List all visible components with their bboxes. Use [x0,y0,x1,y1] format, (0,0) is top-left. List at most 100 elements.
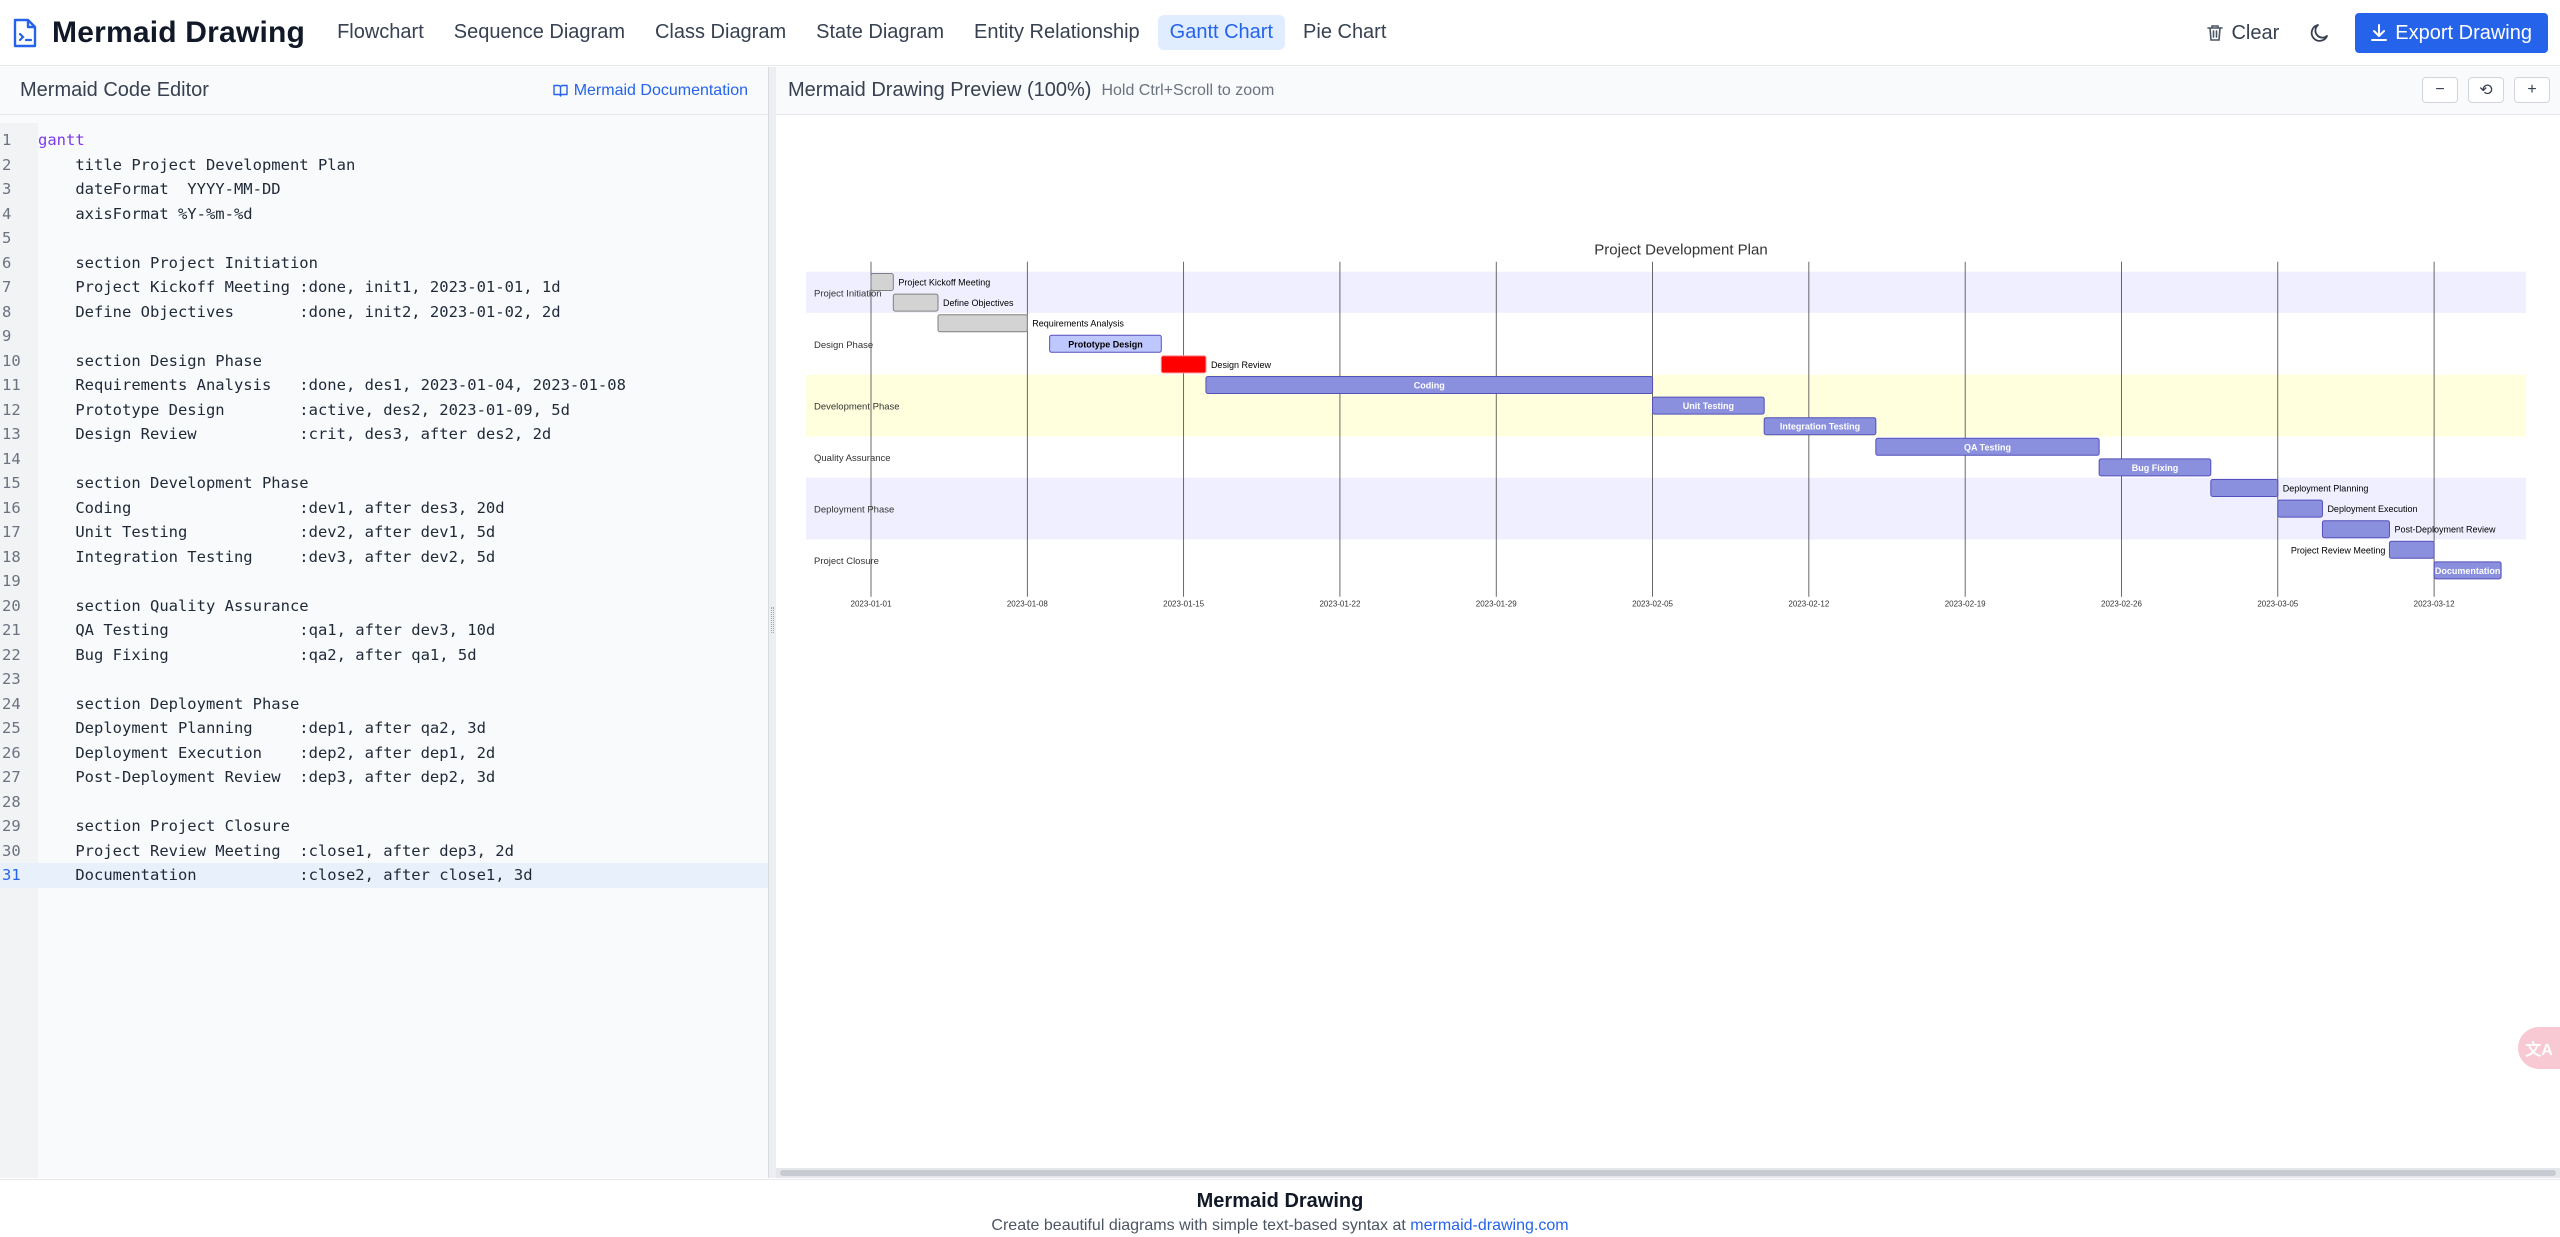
code-line[interactable]: 21 QA Testing :qa1, after dev3, 10d [0,618,768,643]
line-number: 5 [2,229,12,247]
code-line[interactable]: 28 [0,790,768,815]
x-tick-label: 2023-02-26 [2101,600,2142,609]
theme-toggle-button[interactable] [2309,22,2331,44]
code-line[interactable]: 16 Coding :dev1, after des3, 20d [0,496,768,521]
x-tick-label: 2023-01-08 [1007,600,1048,609]
task-label: Unit Testing [1683,401,1734,411]
code-text: section Project Closure [38,817,290,835]
line-number: 26 [2,743,21,762]
code-line[interactable]: 12 Prototype Design :active, des2, 2023-… [0,398,768,423]
editor-title: Mermaid Code Editor [20,79,209,101]
export-button[interactable]: Export Drawing [2355,13,2548,53]
zoom-out-button[interactable]: − [2422,77,2458,103]
editor-header: Mermaid Code Editor Mermaid Documentatio… [0,67,768,115]
code-line[interactable]: 20 section Quality Assurance [0,594,768,619]
code-line[interactable]: 17 Unit Testing :dev2, after dev1, 5d [0,520,768,545]
task-label: Deployment Execution [2327,504,2417,514]
code-line[interactable]: 4 axisFormat %Y-%m-%d [0,202,768,227]
code-text: Coding :dev1, after des3, 20d [38,498,505,517]
code-line[interactable]: 6 section Project Initiation [0,251,768,276]
footer-subtitle: Create beautiful diagrams with simple te… [0,1217,2560,1235]
x-tick-label: 2023-02-19 [1945,600,1986,609]
line-number: 25 [2,719,21,737]
clear-button[interactable]: Clear [2207,22,2279,45]
line-number: 1 [2,131,12,149]
line-number: 9 [2,327,12,345]
horizontal-scrollbar[interactable] [776,1168,2560,1178]
brand[interactable]: Mermaid Drawing [12,16,305,50]
code-line[interactable]: 10 section Design Phase [0,349,768,374]
code-line[interactable]: 26 Deployment Execution :dep2, after dep… [0,741,768,766]
code-line[interactable]: 19 [0,569,768,594]
translate-button[interactable]: 文A [2518,1027,2560,1069]
line-number: 29 [2,817,21,835]
code-text: Project Kickoff Meeting :done, init1, 20… [38,278,561,296]
scrollbar-thumb[interactable] [780,1170,2556,1176]
footer-title: Mermaid Drawing [1196,1190,1364,1212]
code-line[interactable]: 18 Integration Testing :dev3, after dev2… [0,545,768,570]
tab-entity-relationship[interactable]: Entity Relationship [962,15,1152,50]
code-line[interactable]: 25 Deployment Planning :dep1, after qa2,… [0,716,768,741]
line-number: 7 [2,278,12,296]
tab-gantt-chart[interactable]: Gantt Chart [1157,15,1286,50]
documentation-link-label: Mermaid Documentation [573,81,748,99]
code-line[interactable]: 1 gantt [0,128,768,153]
x-tick-label: 2023-03-12 [2414,600,2455,609]
gantt-chart[interactable]: Project InitiationDesign PhaseDevelopmen… [776,116,2560,1166]
code-line[interactable]: 15 section Development Phase [0,471,768,496]
task-bar [2321,520,2390,539]
code-text: axisFormat %Y-%m-%d [38,204,253,223]
code-line[interactable]: 27 Post-Deployment Review :dep3, after d… [0,765,768,790]
task-label: Deployment Planning [2283,484,2369,494]
task-label: QA Testing [1964,442,2011,452]
code-line[interactable]: 14 [0,447,768,472]
documentation-link[interactable]: Mermaid Documentation [553,82,748,100]
line-number: 24 [2,694,21,713]
book-icon [553,84,568,97]
section-label: Deployment Phase [814,505,894,516]
tab-flowchart[interactable]: Flowchart [325,15,436,50]
code-line[interactable]: 13 Design Review :crit, des3, after des2… [0,422,768,447]
line-number: 6 [2,253,12,272]
tab-pie-chart[interactable]: Pie Chart [1291,15,1398,50]
code-text: Post-Deployment Review :dep3, after dep2… [38,768,496,786]
tab-sequence-diagram[interactable]: Sequence Diagram [442,15,637,50]
x-tick-label: 2023-01-15 [1163,600,1204,609]
code-textarea[interactable]: 1 gantt 2 title Project Development Plan 3 … [0,123,768,1178]
code-line[interactable]: 23 [0,667,768,692]
task-label: Project Review Meeting [2291,545,2386,555]
line-number: 2 [2,155,12,174]
code-line[interactable]: 11 Requirements Analysis :done, des1, 20… [0,373,768,398]
code-line[interactable]: 2 title Project Development Plan [0,153,768,178]
line-number: 18 [2,547,21,566]
code-text: Deployment Planning :dep1, after qa2, 3d [38,719,486,737]
code-line[interactable]: 9 [0,324,768,349]
tab-state-diagram[interactable]: State Diagram [804,15,956,50]
section-label: Design Phase [814,340,873,351]
code-line[interactable]: 3 dateFormat YYYY-MM-DD [0,177,768,202]
line-number: 4 [2,204,12,223]
code-line[interactable]: 22 Bug Fixing :qa2, after qa1, 5d [0,643,768,668]
code-line[interactable]: 31 Documentation :close2, after close1, … [0,863,768,888]
panel-resizer[interactable] [768,67,776,1178]
trash-icon [2207,25,2224,41]
resize-grip-icon [771,607,774,633]
code-line[interactable]: 24 section Deployment Phase [0,692,768,717]
code-text: section Project Initiation [38,253,318,272]
footer-subtitle-text: Create beautiful diagrams with simple te… [991,1217,1406,1234]
task-bar [937,314,1028,333]
code-line[interactable]: 8 Define Objectives :done, init2, 2023-0… [0,300,768,325]
line-number: 12 [2,400,21,419]
zoom-in-button[interactable]: + [2514,77,2550,103]
code-text: QA Testing :qa1, after dev3, 10d [38,621,496,639]
footer-site-link[interactable]: mermaid-drawing.com [1410,1217,1568,1234]
code-text: section Design Phase [38,351,262,370]
zoom-reset-button[interactable]: ⟲ [2468,77,2504,103]
code-line[interactable]: 29 section Project Closure [0,814,768,839]
code-line[interactable]: 5 [0,226,768,251]
x-tick-label: 2023-02-12 [1788,600,1829,609]
code-line[interactable]: 7 Project Kickoff Meeting :done, init1, … [0,275,768,300]
tab-class-diagram[interactable]: Class Diagram [643,15,798,50]
section-band [806,436,2526,478]
code-line[interactable]: 30 Project Review Meeting :close1, after… [0,839,768,864]
